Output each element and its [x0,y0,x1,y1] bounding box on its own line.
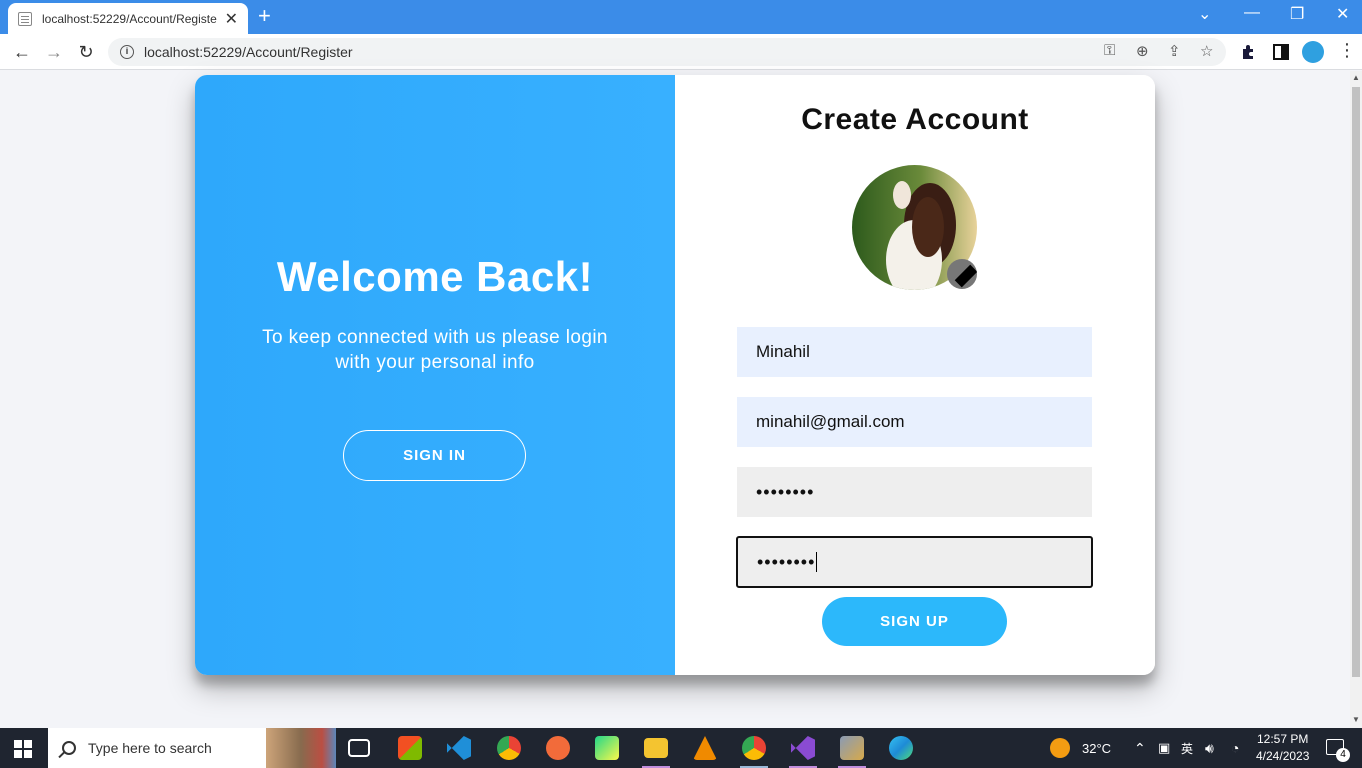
sun-icon [1050,738,1070,758]
windows-taskbar: Type here to search 32°C ⌃ ▣ 英 🔊︎ ◔ 12:5… [0,728,1362,768]
search-placeholder: Type here to search [88,740,212,756]
pycharm-icon[interactable] [595,736,619,760]
system-clock[interactable]: 12:57 PM 4/24/2023 [1256,731,1309,765]
email-input[interactable]: minahil@gmail.com [737,397,1092,447]
browser-tab[interactable]: localhost:52229/Account/Registe ✕ [8,3,248,34]
url-text: localhost:52229/Account/Register [144,44,353,60]
create-account-heading: Create Account [801,103,1029,136]
confirm-password-input-value: •••••••• [757,551,816,572]
close-window-button[interactable]: ✕ [1336,4,1349,24]
wifi-icon[interactable]: ◔ [1231,728,1239,768]
vlc-icon[interactable] [693,736,717,760]
password-input[interactable]: •••••••• [737,467,1092,517]
browser-menu-icon[interactable]: ⋮ [1338,40,1356,61]
vscode-icon[interactable] [447,736,471,760]
page-icon [18,11,32,26]
taskbar-search-box[interactable]: Type here to search [48,728,336,768]
tab-close-icon[interactable]: ✕ [225,9,238,29]
edge-icon[interactable] [889,736,913,760]
name-input-value: Minahil [756,342,810,361]
weather-temp: 32°C [1082,740,1112,756]
task-view-icon[interactable] [348,739,370,757]
postman-icon[interactable] [546,736,570,760]
auth-card: Welcome Back! To keep connected with us … [195,75,1155,675]
volume-icon[interactable]: 🔊︎ [1205,728,1214,768]
tab-search-icon[interactable]: ⌄ [1198,4,1211,24]
name-input[interactable]: Minahil [737,327,1092,377]
tray-chevron-icon[interactable]: ⌃ [1134,728,1146,768]
notification-count-badge: 4 [1336,748,1350,762]
clock-date: 4/24/2023 [1256,749,1310,763]
back-button[interactable]: ← [10,40,34,64]
page-scrollbar[interactable]: ▲ ▼ [1350,71,1362,728]
sign-in-button[interactable]: SIGN IN [343,430,526,481]
search-icon [62,741,76,755]
upload-photo-button[interactable] [947,259,977,289]
sign-up-button[interactable]: SIGN UP [822,597,1007,646]
restore-button[interactable]: ❐ [1290,4,1304,24]
welcome-panel: Welcome Back! To keep connected with us … [195,75,675,675]
browser-tab-bar: localhost:52229/Account/Registe ✕ + ⌄ — … [0,0,1362,34]
microsoft-store-icon[interactable] [398,736,422,760]
address-bar[interactable]: i localhost:52229/Account/Register [108,38,1226,66]
email-input-value: minahil@gmail.com [756,412,905,431]
register-panel: Create Account Minahil minahil@gmail.com… [675,75,1155,675]
text-caret [816,552,818,572]
side-panel-icon[interactable] [1270,41,1292,63]
password-key-icon[interactable]: ⚿ [1104,42,1115,59]
welcome-text: To keep connected with us please login w… [262,327,608,373]
bookmark-star-icon[interactable]: ☆ [1200,42,1213,60]
extensions-puzzle-icon[interactable] [1238,41,1260,63]
scroll-down-icon[interactable]: ▼ [1352,715,1360,724]
share-icon[interactable]: ⇪ [1168,42,1181,60]
search-highlight-image [266,728,336,768]
forward-button[interactable]: → [42,40,66,64]
scroll-up-icon[interactable]: ▲ [1352,73,1360,82]
reload-button[interactable]: ↻ [74,40,98,64]
tray-device-icon[interactable]: ▣ [1158,728,1170,768]
confirm-password-input[interactable]: •••••••• [736,536,1093,588]
tools-icon[interactable] [840,736,864,760]
visual-studio-icon[interactable] [791,736,815,760]
clock-time: 12:57 PM [1257,732,1309,746]
weather-widget[interactable]: 32°C [1050,728,1111,768]
chrome-icon[interactable] [497,736,521,760]
new-tab-button[interactable]: + [258,5,271,27]
input-method-icon[interactable]: 英 [1181,728,1193,768]
password-input-value: •••••••• [756,481,815,502]
tab-title: localhost:52229/Account/Registe [42,11,217,26]
zoom-icon[interactable]: ⊕ [1136,42,1149,60]
site-info-icon[interactable]: i [120,45,134,59]
minimize-button[interactable]: — [1244,4,1260,22]
scrollbar-thumb[interactable] [1352,87,1360,677]
welcome-heading: Welcome Back! [276,253,594,300]
browser-toolbar: ← → ↻ i localhost:52229/Account/Register… [0,34,1362,70]
windows-start-icon[interactable] [14,740,32,758]
file-explorer-icon[interactable] [644,738,668,758]
profile-avatar[interactable] [1302,41,1324,63]
chrome-profile-icon[interactable] [742,736,766,760]
